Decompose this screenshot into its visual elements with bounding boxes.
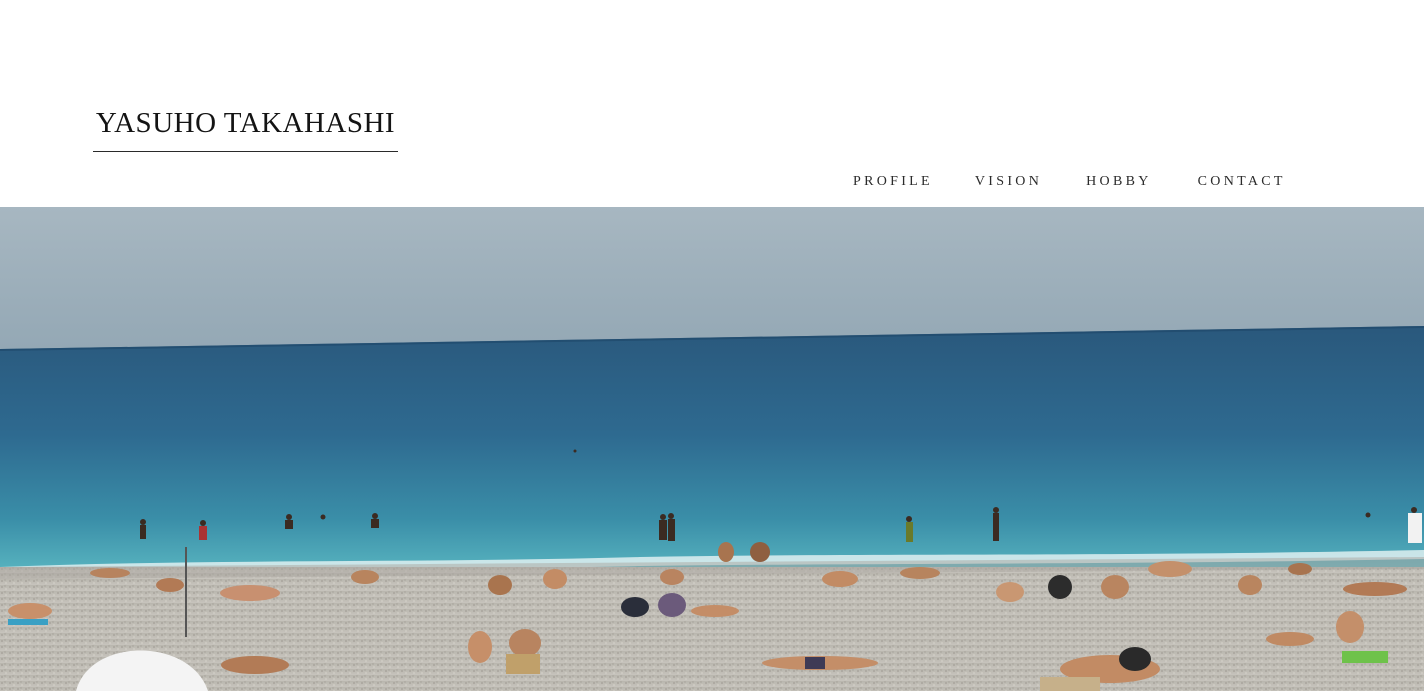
beach-photo-illustration — [0, 207, 1424, 691]
nav-item-hobby[interactable]: HOBBY — [1086, 171, 1152, 193]
nav-item-vision[interactable]: VISION — [975, 171, 1042, 193]
site-title-link[interactable]: YASUHO TAKAHASHI — [93, 104, 398, 152]
nav-item-contact[interactable]: CONTACT — [1198, 171, 1286, 193]
sky — [0, 207, 1424, 349]
site-header: YASUHO TAKAHASHI PROFILE VISION HOBBY CO… — [0, 0, 1424, 207]
pebble-beach — [0, 567, 1424, 691]
main-nav: PROFILE VISION HOBBY CONTACT — [840, 171, 1286, 193]
sea — [0, 326, 1424, 567]
hero-beach-image — [0, 207, 1424, 691]
nav-item-profile[interactable]: PROFILE — [853, 171, 933, 193]
